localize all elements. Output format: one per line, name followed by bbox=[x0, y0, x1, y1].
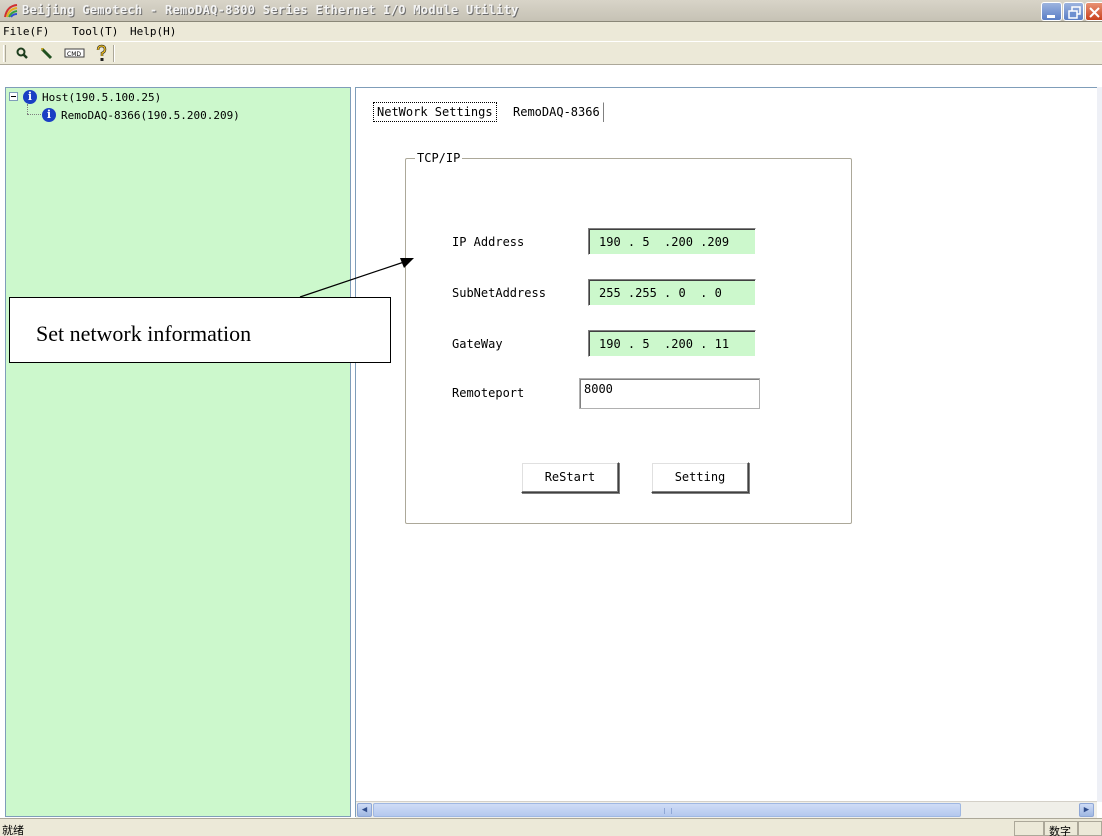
minimize-icon bbox=[1047, 15, 1055, 18]
search-button[interactable] bbox=[14, 44, 32, 62]
toolbar: CMD bbox=[0, 41, 1102, 65]
tree-item-host-label: Host(190.5.100.25) bbox=[42, 91, 162, 104]
menu-bar: File(F) Tool(T) Help(H) bbox=[0, 22, 1102, 41]
horizontal-scrollbar[interactable]: ◀ ▶ bbox=[356, 801, 1097, 818]
minimize-button[interactable] bbox=[1041, 2, 1062, 21]
window-title: Beijing Gemotech - RemoDAQ-8300 Series E… bbox=[22, 3, 519, 17]
gateway-field[interactable]: 190 . 5 .200 . 11 bbox=[588, 330, 756, 357]
info-icon: i bbox=[42, 108, 56, 122]
restore-button[interactable] bbox=[1063, 2, 1084, 21]
toolbar-grip bbox=[3, 45, 6, 62]
status-pane-3 bbox=[1078, 821, 1102, 836]
status-bar: 就绪 数字 bbox=[0, 818, 1102, 836]
scroll-grip-icon bbox=[664, 808, 672, 814]
tab-network-settings[interactable]: NetWork Settings bbox=[373, 102, 497, 122]
device-tree: i Host(190.5.100.25) i RemoDAQ-8366(190.… bbox=[5, 87, 351, 817]
help-question-icon bbox=[96, 44, 107, 61]
remote-port-field[interactable]: 8000 bbox=[579, 378, 760, 409]
menu-tool[interactable]: Tool(T) bbox=[72, 25, 118, 38]
callout-box: Set network information bbox=[9, 297, 391, 363]
tab-remodaq-8366[interactable]: RemoDAQ-8366 bbox=[509, 102, 604, 122]
close-button[interactable] bbox=[1085, 2, 1102, 21]
status-text: 就绪 bbox=[2, 824, 24, 836]
gateway-label: GateWay bbox=[452, 337, 503, 351]
close-icon bbox=[1089, 7, 1100, 18]
info-icon: i bbox=[23, 90, 37, 104]
pencil-icon bbox=[40, 47, 53, 60]
tree-item-host[interactable]: i Host(190.5.100.25) bbox=[6, 88, 306, 106]
tree-item-device-label: RemoDAQ-8366(190.5.200.209) bbox=[61, 109, 240, 122]
ip-address-field[interactable]: 190 . 5 .200 .209 bbox=[588, 228, 756, 255]
status-pane-numlock: 数字 bbox=[1044, 821, 1078, 836]
title-bar: Beijing Gemotech - RemoDAQ-8300 Series E… bbox=[0, 0, 1102, 22]
scroll-right-arrow-icon[interactable]: ▶ bbox=[1079, 803, 1094, 817]
settings-panel: NetWork Settings RemoDAQ-8366 TCP/IP IP … bbox=[355, 87, 1102, 817]
search-icon bbox=[16, 47, 28, 59]
menu-help[interactable]: Help(H) bbox=[130, 25, 176, 38]
status-pane-1 bbox=[1014, 821, 1044, 836]
restart-button[interactable]: ReStart bbox=[521, 462, 619, 493]
edit-button[interactable] bbox=[38, 44, 56, 62]
horizontal-scroll-thumb[interactable] bbox=[373, 803, 961, 817]
callout-text: Set network information bbox=[36, 321, 252, 346]
cmd-icon-label: CMD bbox=[67, 51, 81, 58]
setting-button[interactable]: Setting bbox=[651, 462, 749, 493]
menu-file[interactable]: File(F) bbox=[3, 25, 49, 38]
cmd-icon: CMD bbox=[64, 48, 85, 58]
collapse-toggle-icon[interactable] bbox=[9, 92, 18, 101]
cmd-button[interactable]: CMD bbox=[64, 44, 86, 62]
subnet-field[interactable]: 255 .255 . 0 . 0 bbox=[588, 279, 756, 306]
restore-icon bbox=[1068, 6, 1081, 19]
vertical-scrollbar[interactable] bbox=[1097, 87, 1102, 802]
ip-address-label: IP Address bbox=[452, 235, 525, 249]
help-button[interactable] bbox=[92, 44, 110, 62]
tcpip-groupbox: TCP/IP IP Address 190 . 5 .200 .209 SubN… bbox=[405, 151, 852, 524]
subnet-label: SubNetAddress bbox=[452, 286, 546, 300]
rainbow-app-icon bbox=[4, 4, 18, 18]
toolbar-separator bbox=[113, 45, 115, 62]
scroll-left-arrow-icon[interactable]: ◀ bbox=[357, 803, 372, 817]
tcpip-legend: TCP/IP bbox=[415, 151, 463, 165]
remote-port-label: Remoteport bbox=[452, 386, 525, 400]
tree-item-device[interactable]: i RemoDAQ-8366(190.5.200.209) bbox=[6, 106, 326, 124]
